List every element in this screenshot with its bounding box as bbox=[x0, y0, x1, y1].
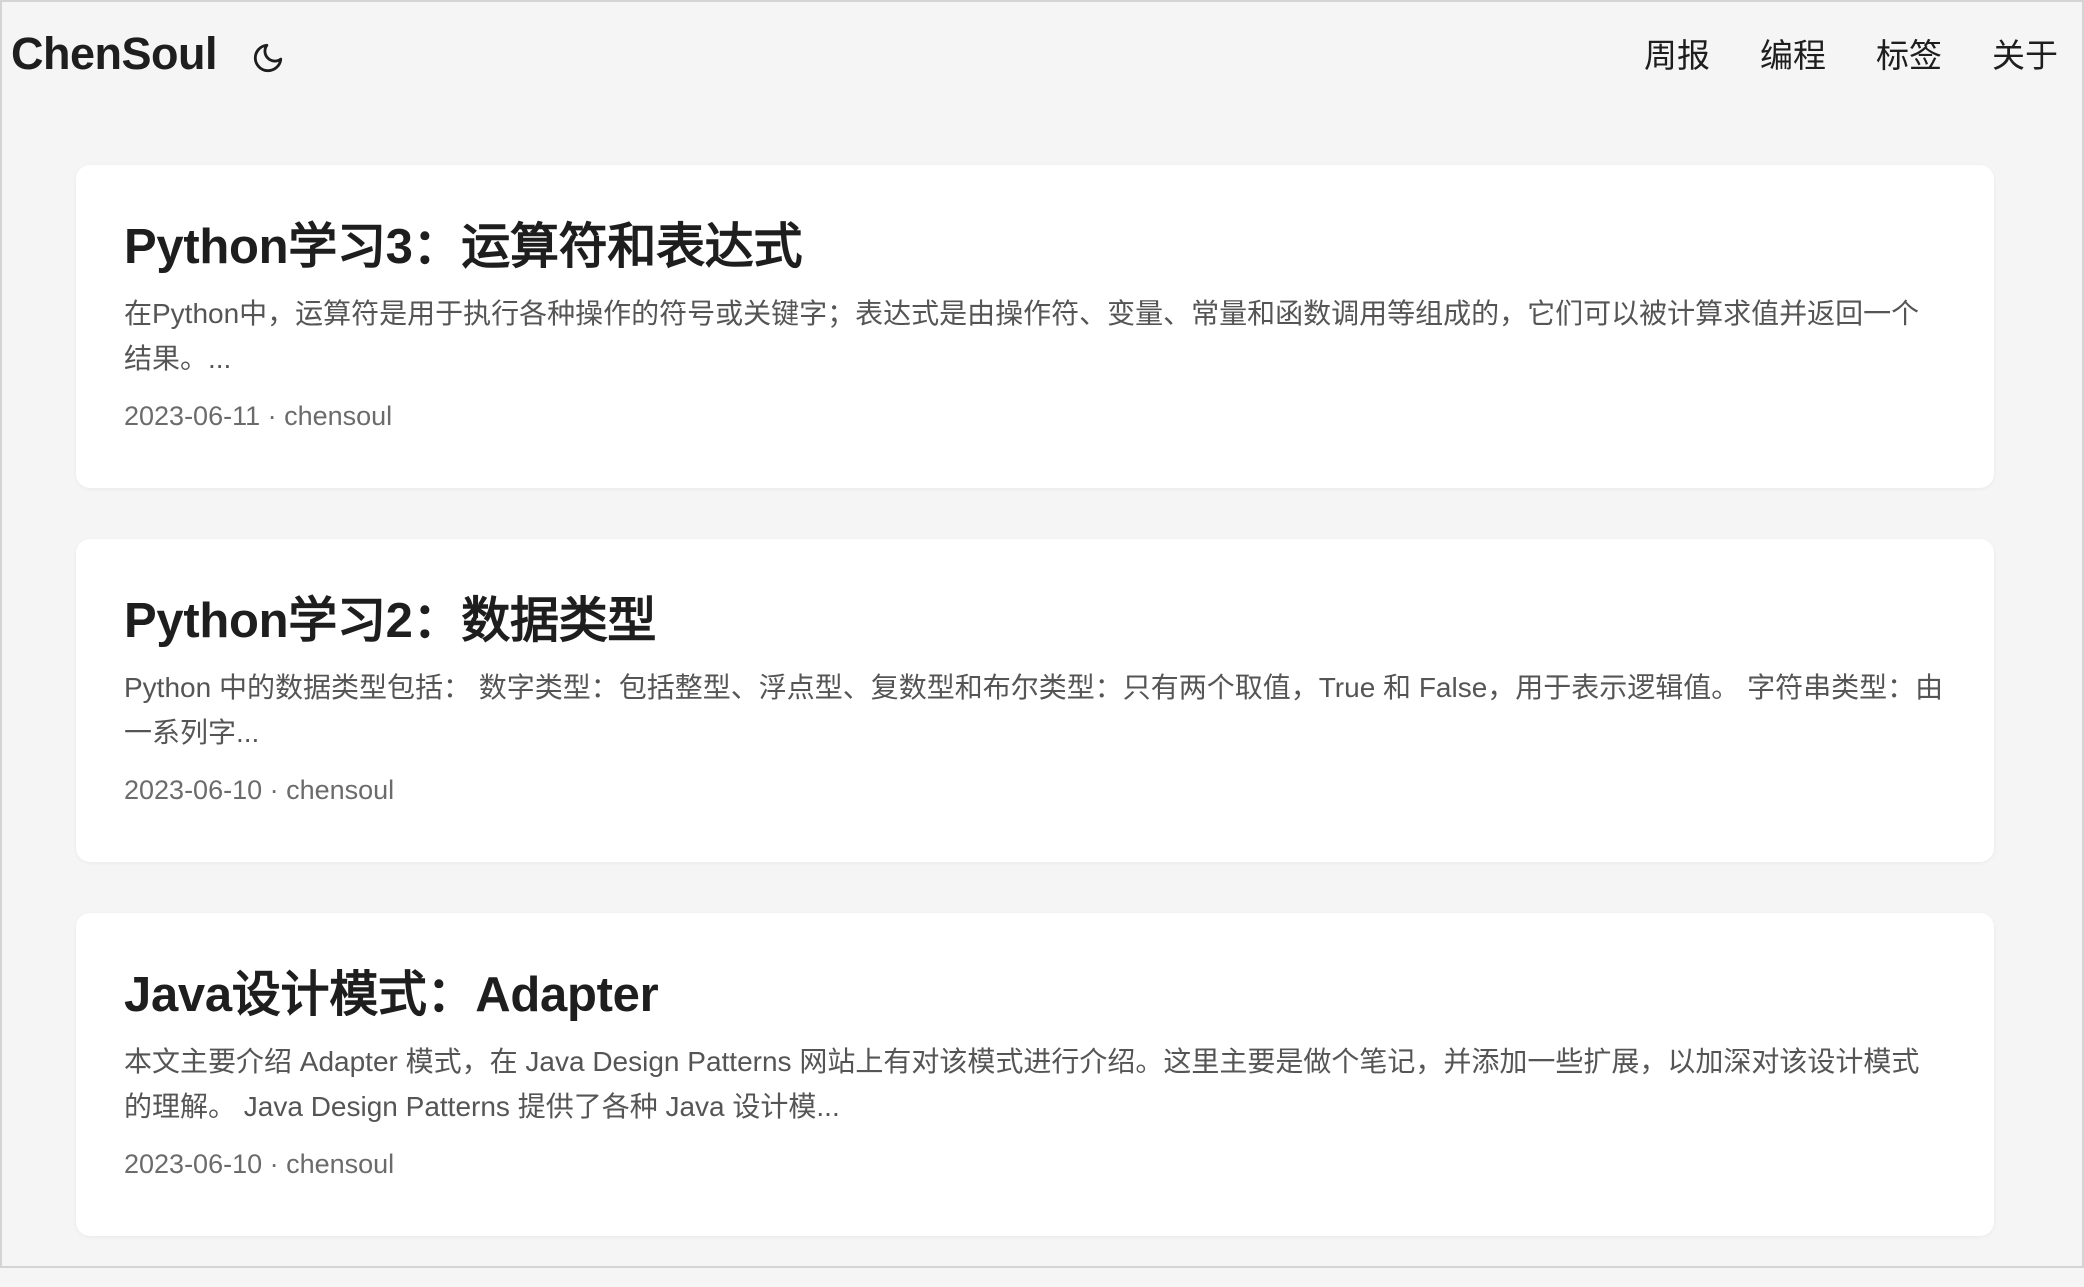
post-list: Python学习3：运算符和表达式 在Python中，运算符是用于执行各种操作的… bbox=[76, 165, 1994, 1287]
post-meta: 2023-06-11 · chensoul bbox=[124, 401, 393, 431]
moon-icon bbox=[253, 43, 283, 73]
nav-item-tags[interactable]: 标签 bbox=[1876, 32, 1942, 80]
post-excerpt: 本文主要介绍 Adapter 模式，在 Java Design Patterns… bbox=[124, 1046, 1920, 1122]
nav-item-programming[interactable]: 编程 bbox=[1760, 32, 1826, 80]
post-title[interactable]: Python学习2：数据类型 bbox=[124, 589, 1946, 653]
nav-item-weekly[interactable]: 周报 bbox=[1644, 32, 1710, 80]
post-card[interactable]: Python学习3：运算符和表达式 在Python中，运算符是用于执行各种操作的… bbox=[76, 165, 1994, 488]
post-excerpt: Python 中的数据类型包括： 数字类型：包括整型、浮点型、复数型和布尔类型：… bbox=[124, 672, 1944, 748]
main-nav: 周报 编程 标签 关于 bbox=[1594, 32, 2058, 80]
post-meta: 2023-06-10 · chensoul bbox=[124, 775, 395, 805]
post-card[interactable]: Python学习2：数据类型 Python 中的数据类型包括： 数字类型：包括整… bbox=[76, 539, 1994, 862]
nav-item-about[interactable]: 关于 bbox=[1992, 32, 2058, 80]
post-excerpt: 在Python中，运算符是用于执行各种操作的符号或关键字；表达式是由操作符、变量… bbox=[124, 298, 1920, 374]
post-title[interactable]: Java设计模式：Adapter bbox=[124, 963, 1946, 1027]
post-card[interactable]: Java设计模式：Adapter 本文主要介绍 Adapter 模式，在 Jav… bbox=[76, 913, 1994, 1236]
post-title[interactable]: Python学习3：运算符和表达式 bbox=[124, 215, 1946, 279]
site-header: ChenSoul 周报 编程 标签 关于 bbox=[2, 2, 2082, 112]
post-meta: 2023-06-10 · chensoul bbox=[124, 1149, 395, 1179]
site-logo[interactable]: ChenSoul bbox=[11, 28, 218, 80]
theme-toggle-button[interactable] bbox=[248, 38, 288, 78]
